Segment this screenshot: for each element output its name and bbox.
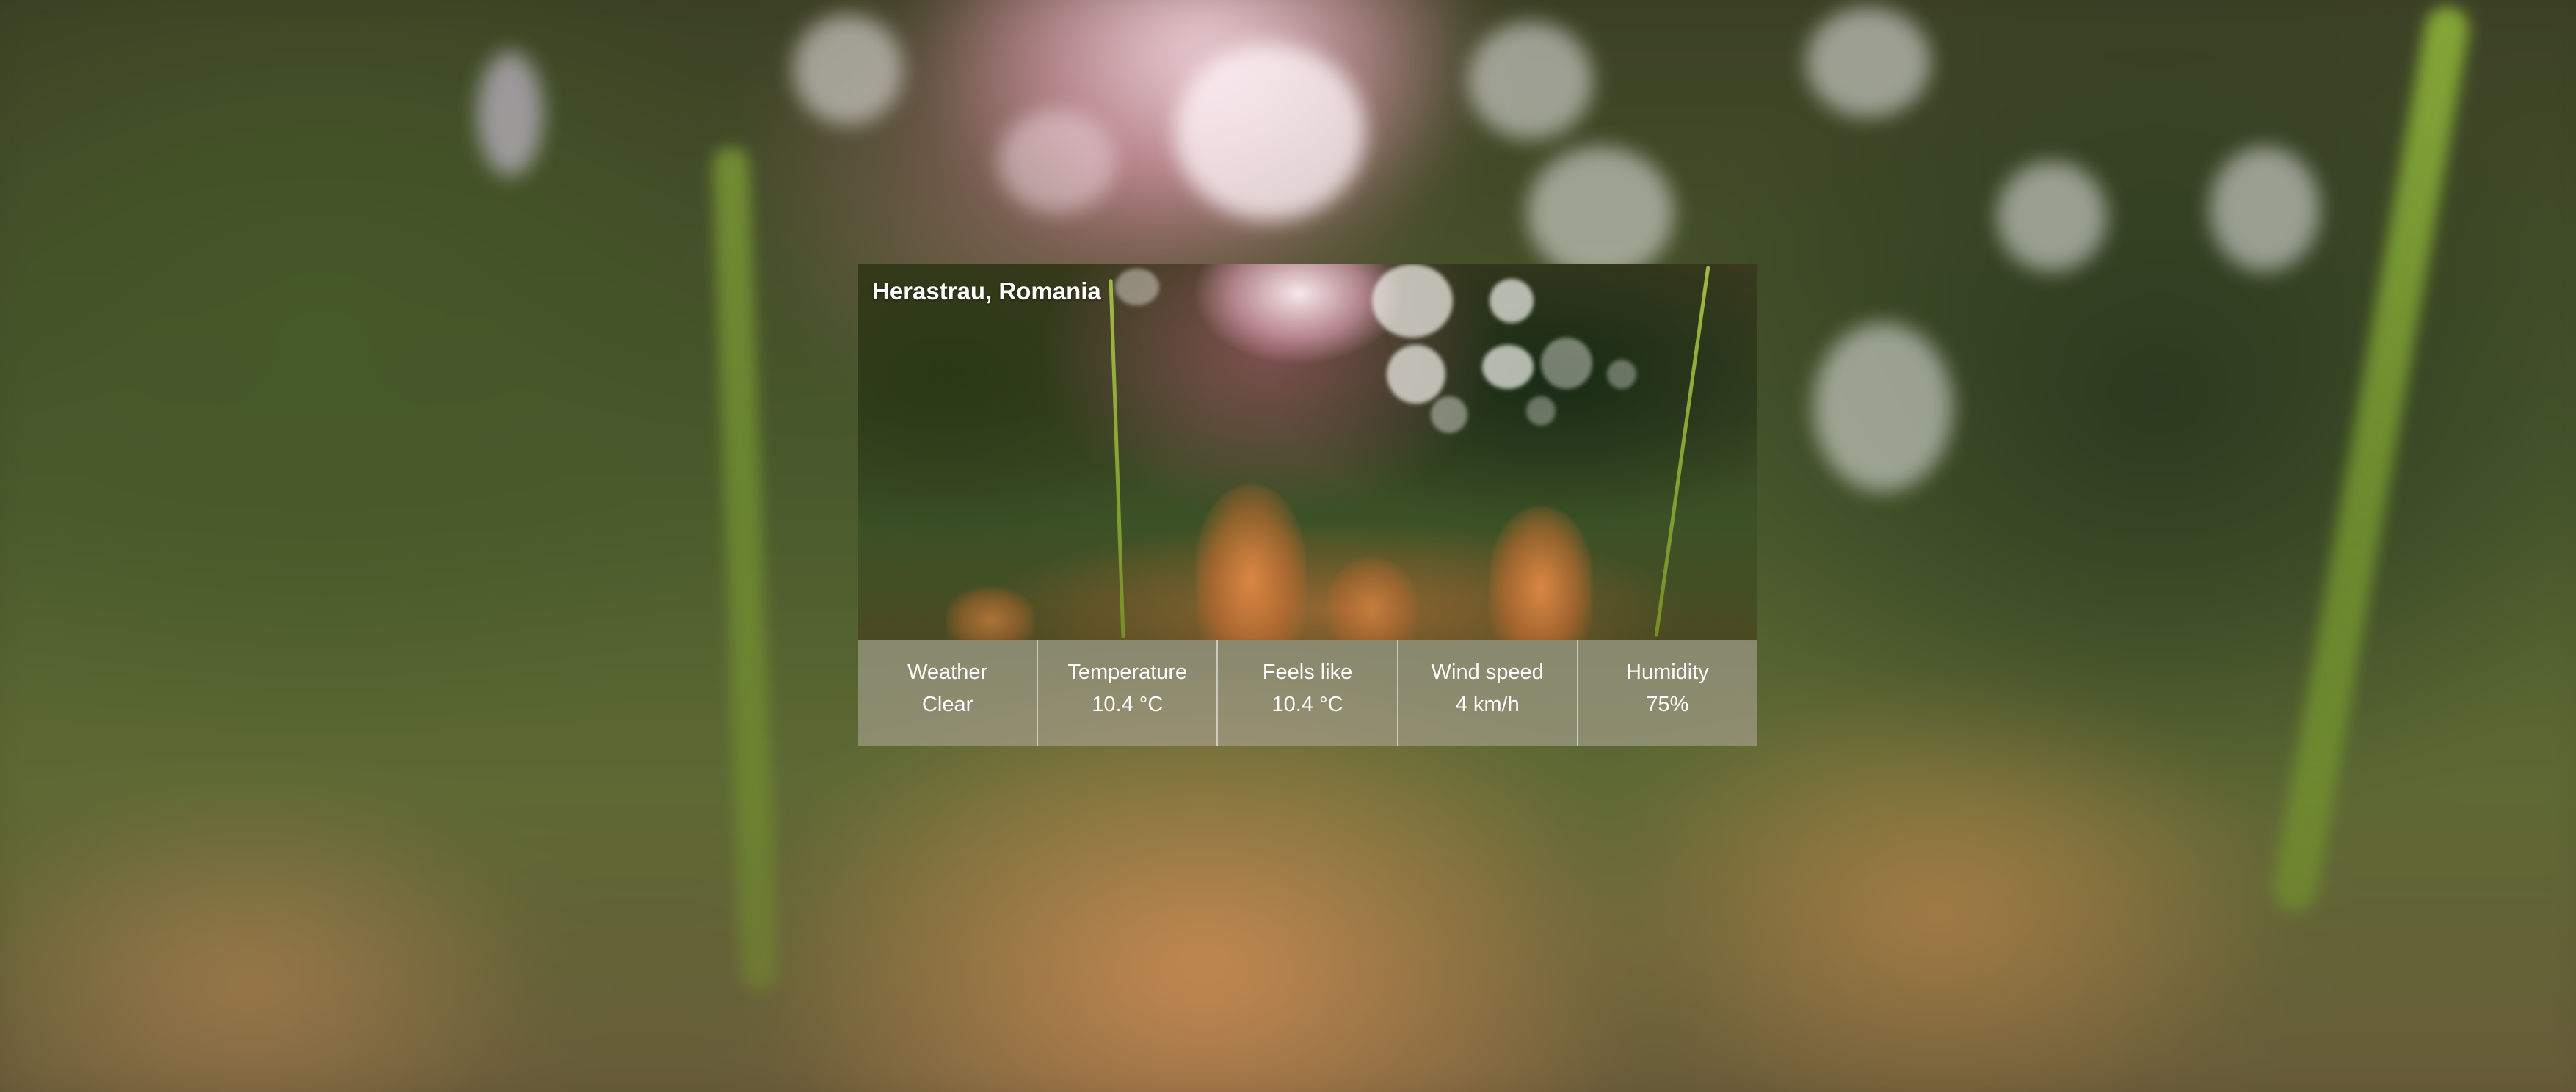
stat-value: 10.4 °C	[1092, 693, 1164, 716]
weather-stats-panel: Weather Clear Temperature 10.4 °C Feels …	[858, 640, 1757, 746]
stat-value: 10.4 °C	[1271, 693, 1343, 716]
stat-wind-speed: Wind speed 4 km/h	[1398, 640, 1578, 746]
weather-card: Herastrau, Romania Weather Clear Tempera…	[858, 264, 1757, 746]
stat-humidity: Humidity 75%	[1578, 640, 1757, 746]
stat-value: 4 km/h	[1455, 693, 1520, 716]
stat-label: Temperature	[1067, 660, 1188, 684]
stat-weather: Weather Clear	[858, 640, 1039, 746]
stat-label: Humidity	[1626, 660, 1709, 684]
location-title: Herastrau, Romania	[872, 277, 1101, 305]
stat-label: Weather	[907, 660, 988, 684]
stat-value: 75%	[1646, 693, 1689, 716]
stat-label: Wind speed	[1431, 660, 1544, 684]
stat-value: Clear	[921, 693, 973, 716]
location-photo	[858, 264, 1757, 640]
stat-temperature: Temperature 10.4 °C	[1038, 640, 1219, 746]
stat-label: Feels like	[1262, 660, 1353, 684]
stat-feels-like: Feels like 10.4 °C	[1218, 640, 1398, 746]
